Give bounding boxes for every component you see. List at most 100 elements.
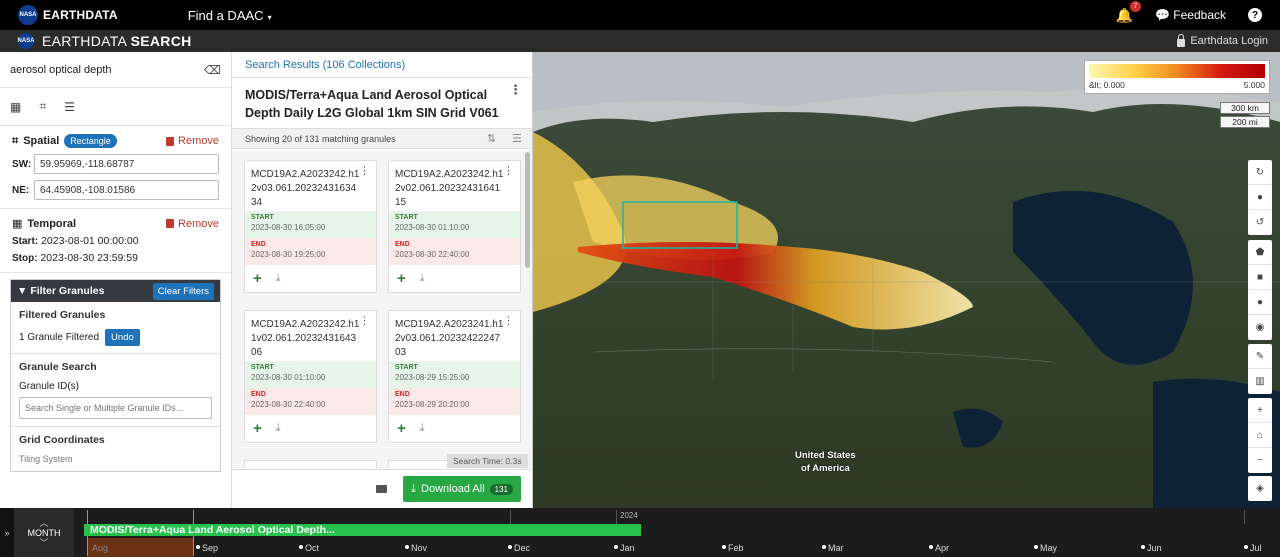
timeline-zoom-label: MONTH — [27, 527, 61, 538]
temporal-start[interactable]: Start: 2023-08-01 00:00:00 — [12, 235, 219, 247]
remove-label: Remove — [178, 217, 219, 230]
granule-end: 2023-08-30 22:40:00 — [395, 250, 470, 259]
search-time: Search Time: 0.3s — [447, 454, 528, 468]
more-options-icon[interactable]: ⋮ — [509, 83, 522, 96]
month-label: Sep — [202, 543, 219, 553]
download-icon[interactable]: ⤓ — [420, 422, 425, 435]
download-icon[interactable]: ⤓ — [276, 422, 281, 435]
help-icon[interactable]: ? — [1248, 8, 1262, 22]
nasa-logo-icon[interactable]: NASA — [18, 5, 38, 25]
feedback-label: Feedback — [1173, 8, 1226, 22]
collection-timeline-bar[interactable]: MODIS/Terra+Aqua Land Aerosol Optical De… — [84, 524, 641, 536]
filtered-heading: Filtered Granules — [19, 309, 106, 321]
zoom-down-icon[interactable]: ﹀ — [39, 538, 48, 548]
download-all-button[interactable]: ⤓ Download All 131 — [403, 476, 521, 502]
edit-icon[interactable]: ✎ — [1248, 344, 1272, 369]
granule-card[interactable]: MCD19A2.A2023242.h11v02.061.202324316430… — [244, 310, 377, 443]
timeline-axis[interactable]: MODIS/Terra+Aqua Land Aerosol Optical De… — [74, 508, 1280, 557]
month-label: Dec — [514, 543, 531, 553]
granule-start: 2023-08-30 16:05:00 — [251, 223, 326, 232]
zoom-up-icon[interactable]: ︿ — [39, 518, 48, 528]
calendar-icon[interactable]: ▦ — [10, 100, 21, 114]
find-daac-menu[interactable]: Find a DAAC ▾ — [188, 8, 272, 23]
crop-icon[interactable]: ⌗ — [39, 99, 46, 114]
lock-icon — [1177, 33, 1186, 47]
zoom-in-icon[interactable]: + — [1248, 398, 1272, 423]
clear-filters-button[interactable]: Clear Filters — [152, 282, 214, 300]
month-label: Apr — [935, 543, 950, 553]
search-input[interactable] — [10, 63, 205, 76]
remove-temporal-button[interactable]: Remove — [166, 218, 219, 230]
start-label: Start: — [12, 236, 39, 247]
granule-ids-label: Granule ID(s) — [19, 381, 80, 392]
trash-icon[interactable]: ▥ — [1248, 369, 1272, 394]
ne-label: NE: — [12, 184, 30, 196]
add-granule-icon[interactable]: + — [397, 420, 406, 437]
app-title-light: EARTHDATA — [42, 33, 127, 49]
granule-grid: MCD19A2.A2023242.h12v03.061.202324316343… — [232, 151, 532, 470]
earthdata-login-button[interactable]: Earthdata Login — [1177, 33, 1268, 47]
grid-coordinates-block: Grid Coordinates Tiling System — [11, 427, 220, 471]
app-title[interactable]: EARTHDATA SEARCH — [42, 33, 192, 49]
remove-spatial-button[interactable]: Remove — [166, 135, 219, 147]
map-view[interactable]: &lt; 0.000 5.000 300 km 200 mi ↻ ● ↺ ⬟ ■ … — [533, 52, 1280, 508]
add-granule-icon[interactable]: + — [253, 270, 262, 287]
circle-icon[interactable]: ● — [1248, 290, 1272, 315]
month-label: Nov — [411, 543, 428, 553]
arctic-projection-icon[interactable]: ↻ — [1248, 160, 1272, 185]
download-icon[interactable]: ⤓ — [420, 272, 425, 285]
granule-card[interactable]: MCD19A2.A2023241.h12v03.061.202324222470… — [388, 310, 521, 443]
antarctic-projection-icon[interactable]: ↺ — [1248, 210, 1272, 235]
granule-id-input[interactable] — [19, 397, 212, 419]
undo-button[interactable]: Undo — [105, 329, 140, 346]
results-scrollbar[interactable] — [525, 152, 530, 268]
sort-icon[interactable]: ⇅ — [487, 132, 496, 145]
home-icon[interactable]: ⌂ — [1248, 423, 1272, 448]
temporal-stop[interactable]: Stop: 2023-08-30 23:59:59 — [12, 252, 219, 264]
calendar-icon: ▦ — [12, 218, 23, 230]
granule-card[interactable]: MCD19A2.A2023242.h12v03.061.202324316343… — [244, 160, 377, 293]
granule-end: 2023-08-30 22:40:00 — [251, 400, 326, 409]
legend-max: 5.000 — [1243, 80, 1265, 90]
feedback-button[interactable]: 💬 Feedback — [1155, 8, 1226, 22]
layers-icon[interactable]: ◈ — [1248, 476, 1272, 501]
map-place-label: United States of America — [795, 449, 856, 475]
more-options-icon[interactable]: ⋮ — [359, 166, 370, 177]
timeline: » ︿ MONTH ﹀ MODIS/Terra+Aqua Land Aeroso… — [0, 508, 1280, 557]
month-label: Jul — [1250, 543, 1262, 553]
more-options-icon[interactable]: ⋮ — [503, 166, 514, 177]
notifications-button[interactable]: 🔔 7 — [1116, 0, 1141, 24]
granule-name: MCD19A2.A2023242.h11v02.061.202324316430… — [251, 319, 360, 358]
folder-icon[interactable] — [376, 485, 388, 493]
granule-start: 2023-08-30 01:10:00 — [251, 373, 326, 382]
more-options-icon[interactable]: ⋮ — [359, 316, 370, 327]
sw-label: SW: — [12, 158, 32, 170]
polygon-icon[interactable]: ⬟ — [1248, 240, 1272, 265]
collection-title: MODIS/Terra+Aqua Land Aerosol Optical De… — [232, 78, 532, 128]
top-navbar: NASA EARTHDATA Find a DAAC ▾ 🔔 7 💬 Feedbac… — [0, 0, 1280, 30]
grid-heading: Grid Coordinates — [19, 434, 105, 446]
timeline-collapse-icon[interactable]: » — [0, 508, 14, 557]
legend-min: &lt; 0.000 — [1089, 80, 1125, 90]
earthdata-brand[interactable]: EARTHDATA — [43, 8, 118, 22]
zoom-out-icon[interactable]: − — [1248, 448, 1272, 473]
globe-icon[interactable]: ● — [1248, 185, 1272, 210]
granule-card[interactable]: MCD19A2.A2023242.h12v02.061.202324316411… — [388, 160, 521, 293]
download-icon[interactable]: ⤓ — [276, 272, 281, 285]
rectangle-icon[interactable]: ■ — [1248, 265, 1272, 290]
ne-coordinate-input[interactable] — [34, 180, 219, 200]
collection-title-text: MODIS/Terra+Aqua Land Aerosol Optical De… — [245, 88, 499, 120]
search-results-tab[interactable]: Search Results (106 Collections) — [232, 52, 532, 78]
sliders-icon[interactable]: ☰ — [64, 100, 75, 114]
eraser-icon[interactable]: ⌫ — [204, 63, 221, 77]
spatial-type-badge: Rectangle — [64, 134, 117, 148]
sw-coordinate-input[interactable] — [34, 154, 219, 174]
add-granule-icon[interactable]: + — [397, 270, 406, 287]
more-options-icon[interactable]: ⋮ — [503, 316, 514, 327]
filter-granules-panel: ▼ Filter Granules Clear Filters Filtered… — [10, 279, 221, 472]
list-view-icon[interactable]: ☰ — [512, 132, 522, 145]
granule-name: MCD19A2.A2023241.h12v03.061.202324222470… — [395, 319, 504, 358]
point-icon[interactable]: ◉ — [1248, 315, 1272, 340]
notification-count-badge: 7 — [1130, 0, 1141, 12]
add-granule-icon[interactable]: + — [253, 420, 262, 437]
